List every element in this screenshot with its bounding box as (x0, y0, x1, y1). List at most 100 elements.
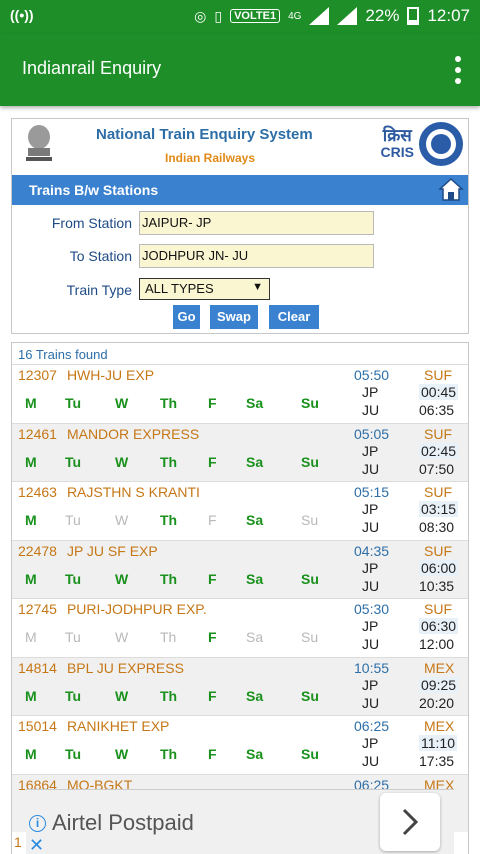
arrival-time: 11:10 (419, 735, 457, 751)
departure-time-2: 17:35 (419, 753, 455, 769)
train-row[interactable]: 12463 RAJSTHN S KRANTI 05:15 SUF M Tu W Th F Sa Su… (12, 481, 468, 540)
arrival-time: 03:15 (419, 501, 459, 517)
train-number: 12307 (18, 367, 57, 383)
signal-icon-2 (337, 7, 358, 25)
run-day: Sa (246, 512, 264, 528)
type-row: Train Type ALL TYPES ▼ (12, 276, 468, 306)
trains-found: 16 Trains found (18, 347, 108, 362)
run-day: Th (160, 512, 178, 528)
ad-open-button[interactable] (380, 793, 440, 851)
run-day: Su (301, 629, 319, 645)
close-icon[interactable]: ✕ (29, 835, 44, 854)
section-title: Trains B/w Stations (29, 182, 159, 198)
from-label: From Station (51, 215, 132, 231)
run-day: Su (301, 512, 319, 528)
nfc-icon: ◎ (194, 7, 207, 24)
arrival-time: 06:30 (419, 618, 459, 634)
run-day: Tu (65, 512, 81, 528)
departure-time: 05:05 (354, 425, 390, 442)
run-day: Sa (246, 395, 264, 411)
train-name: RAJSTHN S KRANTI (66, 484, 200, 500)
run-day: F (208, 395, 217, 411)
train-class: SUF (424, 367, 452, 383)
clear-button[interactable]: Clear (269, 305, 319, 329)
railway-logo-icon (419, 122, 463, 166)
train-row[interactable]: 22478 JP JU SF EXP 04:35 SUF M Tu W Th F Sa Su JP JU… (12, 539, 468, 598)
vibrate-icon: ▯ (214, 7, 223, 24)
train-number: 22478 (18, 542, 57, 559)
departure-time-2: 07:50 (419, 460, 455, 477)
departure-time-2: 06:35 (419, 402, 455, 418)
run-day: Su (301, 687, 319, 704)
info-icon[interactable]: i (29, 815, 46, 832)
arrival-time: 09:25 (419, 676, 459, 693)
train-row[interactable]: 12307 HWH-JU EXP 05:50 SUF M Tu W Th F Sa Su JP JU 00… (12, 364, 468, 423)
to-row: To Station JODHPUR JN- JU (12, 242, 468, 272)
type-label: Train Type (66, 282, 132, 298)
departure-time-2: 10:35 (419, 577, 455, 594)
partial-row-number: 1 (14, 834, 22, 850)
departure-time-2: 12:00 (419, 636, 455, 652)
departure-time: 05:50 (354, 367, 390, 383)
from-station-input[interactable]: JAIPUR- JP (139, 211, 374, 235)
from-code: JP (362, 735, 379, 751)
train-class: SUF (424, 542, 452, 559)
train-class: MEX (424, 718, 455, 734)
ad-banner[interactable]: i ✕ Airtel Postpaid (26, 789, 454, 854)
train-title: 22478 JP JU SF EXP (18, 543, 158, 559)
run-day: M (25, 570, 37, 587)
train-title: 12463 RAJSTHN S KRANTI (18, 484, 200, 500)
home-icon[interactable] (438, 177, 464, 203)
train-title: 12745 PURI-JODHPUR EXP. (18, 601, 207, 617)
train-number: 15014 (18, 718, 57, 734)
app-title: Indianrail Enquiry (22, 58, 162, 78)
run-day: W (115, 453, 129, 470)
from-code: JP (362, 501, 379, 517)
run-day: Tu (65, 746, 82, 762)
train-row[interactable]: 14814 BPL JU EXPRESS 10:55 MEX M Tu W Th F Sa Su JP… (12, 656, 468, 715)
signal-icon (309, 7, 330, 25)
run-day: F (208, 687, 217, 704)
train-title: 14814 BPL JU EXPRESS (18, 660, 184, 676)
ad-text: Airtel Postpaid (52, 810, 194, 835)
from-code: JP (362, 559, 379, 576)
train-number: 14814 (18, 659, 57, 676)
train-row[interactable]: 15014 RANIKHET EXP 06:25 MEX M Tu W Th F Sa Su JP JU… (12, 715, 468, 774)
departure-time: 06:25 (354, 718, 390, 734)
run-day: Th (160, 746, 178, 762)
run-day: Sa (246, 687, 264, 704)
train-type-select[interactable]: ALL TYPES ▼ (139, 278, 270, 300)
screen: ((•)) ◎ ▯ VOLTE1 4G 22% 12:07 Indianrail… (0, 0, 480, 854)
departure-time: 10:55 (354, 659, 390, 676)
train-type-value: ALL TYPES (145, 281, 214, 296)
train-class: SUF (424, 425, 452, 442)
train-row[interactable]: 12745 PURI-JODHPUR EXP. 05:30 SUF M Tu W Th F Sa S… (12, 598, 468, 657)
to-code: JU (362, 636, 380, 652)
departure-time: 05:30 (354, 601, 390, 617)
results-panel: 16 Trains found 12307 HWH-JU EXP 05:50 SUF M… (11, 342, 469, 854)
button-row: Go Swap Clear (12, 305, 468, 331)
run-day: Sa (246, 629, 264, 645)
from-row: From Station JAIPUR- JP (12, 209, 468, 239)
swap-button[interactable]: Swap (210, 305, 258, 329)
departure-time: 05:15 (354, 484, 390, 500)
search-panel: National Train Enquiry System Indian Rai… (11, 118, 469, 334)
dropdown-arrow-icon: ▼ (252, 281, 263, 293)
run-day: Th (160, 453, 178, 470)
run-day: M (25, 746, 37, 762)
run-day: Th (160, 395, 178, 411)
overflow-menu-icon[interactable] (454, 56, 462, 84)
go-button[interactable]: Go (173, 305, 200, 329)
hotspot-icon: ((•)) (10, 7, 34, 23)
cris-logo: क्रिस CRIS (380, 126, 414, 160)
to-code: JU (362, 694, 380, 711)
volte-badge: VOLTE1 (230, 9, 281, 23)
to-station-input[interactable]: JODHPUR JN- JU (139, 244, 374, 268)
arrival-time: 00:45 (419, 384, 459, 400)
run-day: W (115, 746, 129, 762)
train-row[interactable]: 12461 MANDOR EXPRESS 05:05 SUF M Tu W Th F Sa Su JP… (12, 422, 468, 481)
train-name: JP JU SF EXP (66, 542, 158, 559)
emblem-icon (26, 125, 52, 161)
ntes-title: National Train Enquiry System (96, 126, 313, 143)
run-day: Th (160, 629, 177, 645)
